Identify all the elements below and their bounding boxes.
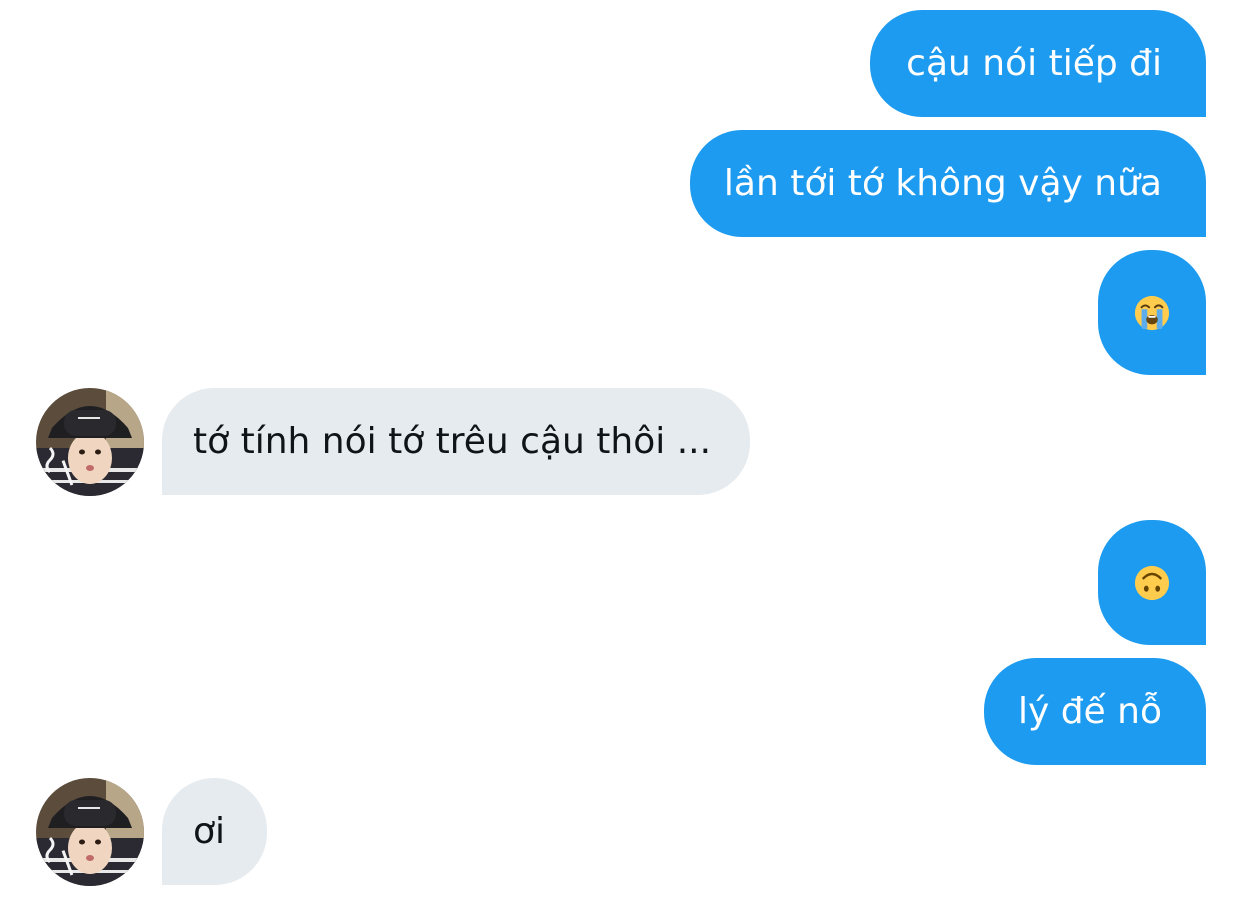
loudly-crying-face-icon	[1134, 295, 1170, 330]
sent-message-bubble[interactable]: lý đế nỗ	[984, 658, 1206, 765]
sent-emoji-bubble[interactable]	[1098, 520, 1206, 645]
contact-avatar[interactable]	[36, 778, 144, 886]
upside-down-face-icon	[1134, 565, 1170, 600]
sent-emoji-bubble[interactable]	[1098, 250, 1206, 375]
message-text: tớ tính nói tớ trêu cậu thôi ...	[193, 420, 712, 462]
contact-avatar[interactable]	[36, 388, 144, 496]
sent-message-bubble[interactable]: cậu nói tiếp đi	[870, 10, 1206, 117]
message-text: lần tới tớ không vậy nữa	[723, 162, 1162, 204]
avatar-image	[36, 388, 144, 496]
avatar-image	[36, 778, 144, 886]
message-text: lý đế nỗ	[1017, 690, 1162, 732]
received-message-bubble[interactable]: ơi	[162, 778, 267, 885]
message-text: ơi	[193, 810, 226, 852]
received-message-bubble[interactable]: tớ tính nói tớ trêu cậu thôi ...	[162, 388, 750, 495]
sent-message-bubble[interactable]: lần tới tớ không vậy nữa	[690, 130, 1206, 237]
message-text: cậu nói tiếp đi	[906, 42, 1162, 84]
